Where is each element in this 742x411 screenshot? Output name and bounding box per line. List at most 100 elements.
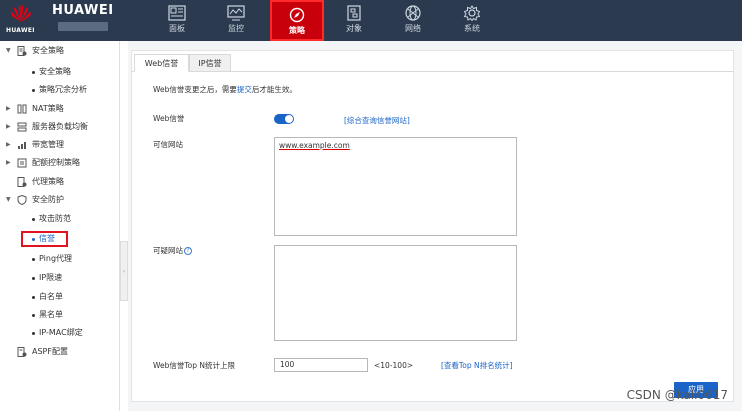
network-globe-icon: [405, 5, 421, 21]
huawei-logo-icon: [11, 5, 31, 22]
submit-link[interactable]: 提交: [237, 85, 252, 94]
sidebar-item-ip-rate-limit[interactable]: IP限速: [0, 270, 120, 286]
sidebar-item-label: NAT策略: [32, 104, 64, 113]
topn-limit-input[interactable]: 100: [274, 358, 368, 372]
brand-name: HUAWEI: [52, 3, 114, 18]
tab-web-reputation[interactable]: Web信誉: [134, 54, 189, 72]
sidebar-item-whitelist[interactable]: 白名单: [0, 289, 120, 305]
sidebar-item-ip-mac-binding[interactable]: IP-MAC绑定: [0, 325, 120, 341]
bullet-icon: [32, 277, 35, 280]
sidebar-item-label: 带宽管理: [32, 140, 64, 149]
bandwidth-bars-icon: [18, 142, 26, 149]
web-reputation-toggle[interactable]: [274, 114, 294, 124]
suspicious-sites-label: 可疑网站: [153, 246, 183, 255]
nav-label: 系统: [464, 24, 480, 33]
sidebar-item-label: IP限速: [39, 273, 63, 282]
sidebar-item-blacklist[interactable]: 黑名单: [0, 307, 120, 323]
topn-limit-label: Web信誉Top N统计上限: [153, 361, 236, 370]
sidebar-item-security-protection-group[interactable]: ▼ 安全防护: [0, 192, 120, 208]
sidebar-item-label: 配额控制策略: [32, 158, 80, 167]
sidebar-item-label: 白名单: [39, 292, 63, 301]
trusted-sites-textarea[interactable]: www.example.com: [274, 137, 517, 236]
suspicious-sites-label-row: 可疑网站?: [153, 245, 192, 256]
object-icon: [347, 5, 361, 21]
topn-range-hint: <10-100>: [374, 361, 414, 370]
nav-network[interactable]: 网络: [386, 0, 440, 41]
tab-bar: Web信誉 IP信誉: [132, 51, 733, 72]
sidebar-item-ping-proxy[interactable]: Ping代理: [0, 251, 120, 267]
suspicious-sites-textarea[interactable]: [274, 245, 517, 341]
monitor-chart-icon: [227, 5, 245, 21]
sidebar-item-label: 安全策略: [32, 46, 64, 55]
sidebar-collapse-handle[interactable]: ‹: [120, 241, 128, 301]
bullet-icon: [32, 71, 35, 74]
view-topn-link[interactable]: [查看Top N排名统计]: [441, 360, 513, 371]
info-prefix: Web信誉变更之后，需要: [153, 85, 237, 94]
bullet-icon: [32, 314, 35, 317]
nav-label: 网络: [405, 24, 421, 33]
sidebar-item-server-load-balance[interactable]: ▶ 服务器负载均衡: [0, 119, 120, 135]
nav-monitor[interactable]: 监控: [209, 0, 263, 41]
nav-label: 面板: [169, 24, 185, 33]
main-content: Web信誉 IP信誉 Web信誉变更之后，需要提交后才能生效。 Web信誉 [综…: [128, 41, 742, 411]
nat-icon: [17, 104, 27, 114]
compass-icon: [289, 7, 305, 23]
sidebar-item-label: 代理策略: [32, 177, 64, 186]
quota-icon: [17, 158, 27, 168]
sidebar-item-label: 策略冗余分析: [39, 85, 87, 94]
sidebar-item-reputation[interactable]: 信誉: [0, 231, 120, 247]
sidebar-item-label: 黑名单: [39, 310, 63, 319]
watermark: CSDN @kali0617: [626, 388, 728, 402]
collapsed-arrow-icon: ▶: [6, 105, 11, 112]
info-suffix: 后才能生效。: [251, 85, 297, 94]
collapsed-arrow-icon: ▶: [6, 159, 11, 166]
nav-label: 监控: [228, 24, 244, 33]
sidebar-item-security-policy[interactable]: 安全策略: [0, 64, 120, 80]
help-icon[interactable]: ?: [184, 247, 192, 255]
huawei-logo-text: HUAWEI: [6, 27, 35, 34]
sidebar-item-bandwidth[interactable]: ▶ 带宽管理: [0, 137, 120, 153]
sidebar-item-label: ASPF配置: [32, 347, 68, 356]
sidebar-item-label: 安全策略: [39, 67, 71, 76]
nav-label: 策略: [289, 26, 305, 35]
nav-object[interactable]: 对象: [327, 0, 381, 41]
top-navigation-bar: HUAWEI HUAWEI 面板 监控 策略 对象 网络 系统: [0, 0, 742, 41]
sidebar-item-proxy-policy[interactable]: 代理策略: [0, 174, 120, 190]
shield-icon: [17, 195, 27, 205]
sidebar-item-security-policy-group[interactable]: ▼ 安全策略: [0, 43, 120, 59]
bullet-icon: [32, 332, 35, 335]
sidebar-item-nat-policy[interactable]: ▶ NAT策略: [0, 101, 120, 117]
sidebar-item-attack-defense[interactable]: 攻击防范: [0, 211, 120, 227]
sidebar: ▼ 安全策略 安全策略 策略冗余分析 ▶ NAT策略 ▶ 服务器负载均衡 ▶ 带…: [0, 41, 120, 411]
sidebar-item-label: 服务器负载均衡: [32, 122, 88, 131]
sidebar-item-label: IP-MAC绑定: [39, 328, 83, 337]
proxy-doc-icon: [17, 177, 27, 187]
trusted-site-entry: www.example.com: [279, 141, 350, 150]
device-name-redacted: [58, 22, 108, 31]
policy-doc-icon: [17, 46, 27, 56]
tab-ip-reputation[interactable]: IP信誉: [189, 54, 231, 72]
chevron-left-icon: ‹: [122, 268, 126, 275]
gear-icon: [463, 5, 481, 21]
sidebar-item-label: Ping代理: [39, 254, 73, 263]
bullet-icon: [32, 296, 35, 299]
bullet-icon: [32, 238, 35, 241]
reputation-panel: Web信誉 IP信誉 Web信誉变更之后，需要提交后才能生效。 Web信誉 [综…: [131, 50, 734, 402]
sidebar-item-label: 攻击防范: [39, 214, 71, 223]
expanded-arrow-icon: ▼: [6, 47, 11, 54]
sidebar-item-policy-redundancy[interactable]: 策略冗余分析: [0, 82, 120, 98]
bullet-icon: [32, 89, 35, 92]
aspf-doc-icon: [17, 347, 27, 357]
trusted-sites-label: 可信网站: [153, 140, 183, 149]
sidebar-item-aspf-config[interactable]: ASPF配置: [0, 344, 120, 360]
sidebar-item-label: 安全防护: [32, 195, 64, 204]
toggle-knob: [285, 115, 293, 123]
nav-system[interactable]: 系统: [445, 0, 499, 41]
nav-dashboard[interactable]: 面板: [150, 0, 204, 41]
query-reputation-link[interactable]: [综合查询信誉网站]: [344, 115, 410, 126]
sidebar-item-quota-control[interactable]: ▶ 配额控制策略: [0, 155, 120, 171]
nav-policy[interactable]: 策略: [270, 0, 324, 41]
web-reputation-label: Web信誉: [153, 114, 185, 123]
collapsed-arrow-icon: ▶: [6, 123, 11, 130]
expanded-arrow-icon: ▼: [6, 196, 11, 203]
